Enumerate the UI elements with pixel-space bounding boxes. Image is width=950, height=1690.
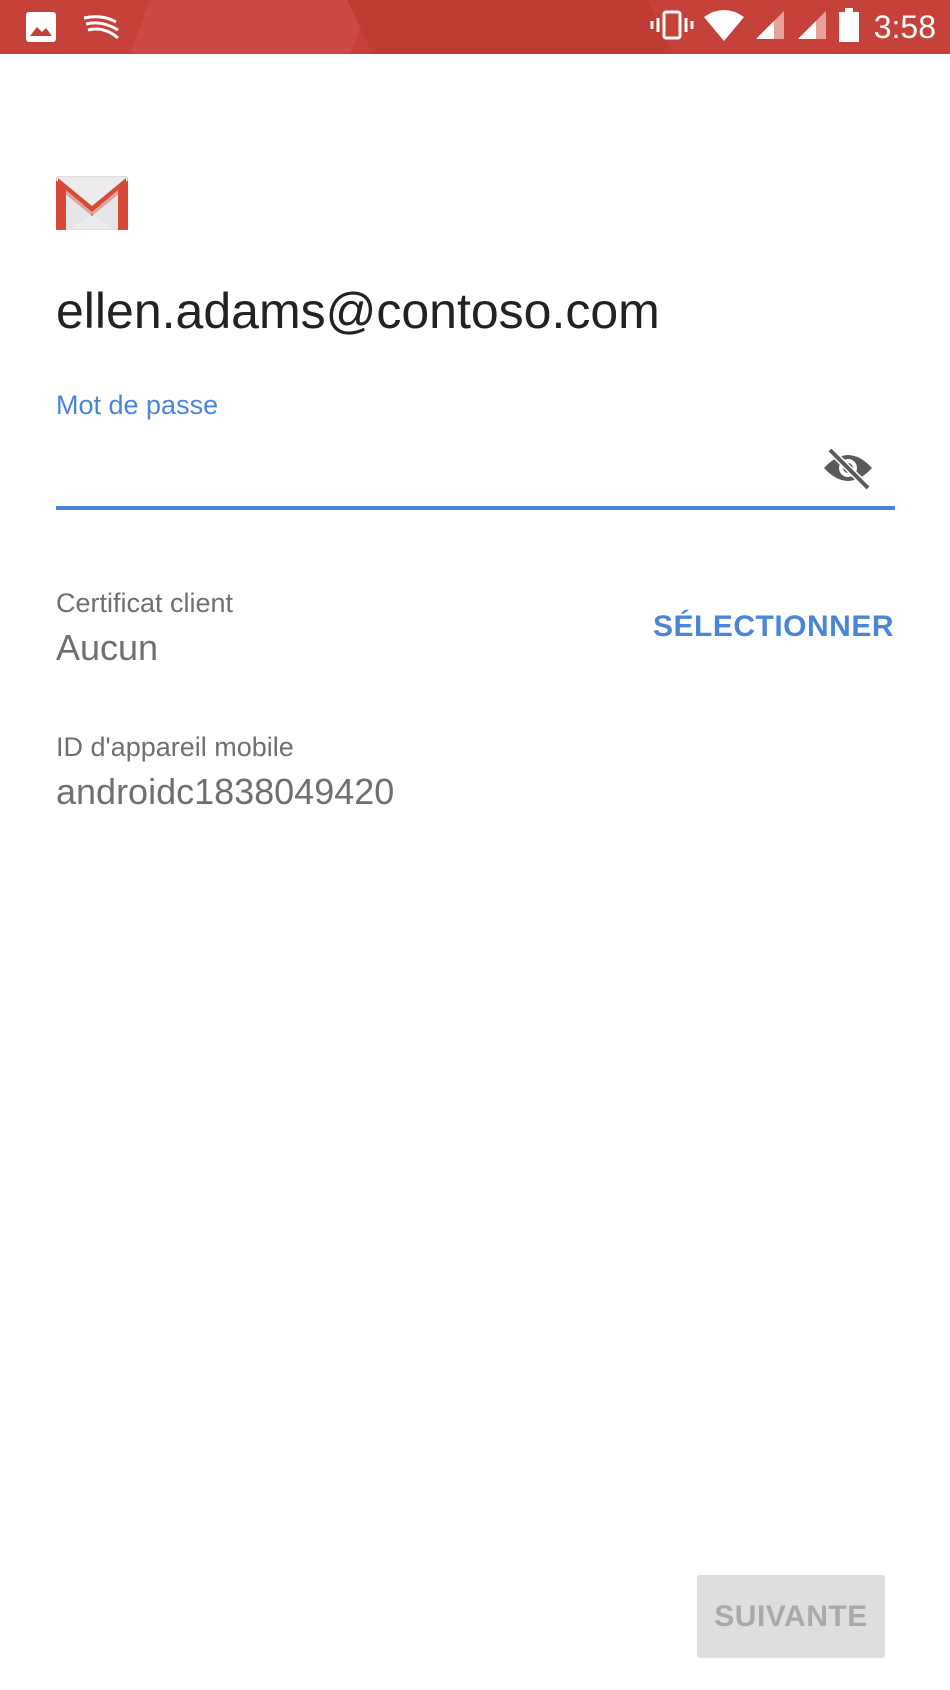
password-input[interactable] xyxy=(56,430,836,490)
client-certificate-value: Aucun xyxy=(56,627,159,668)
device-id-value: androidc1838049420 xyxy=(56,771,395,812)
password-underline xyxy=(56,506,895,510)
account-email: ellen.adams@contoso.com xyxy=(56,283,660,339)
vibrate-icon xyxy=(650,10,694,45)
visibility-off-icon xyxy=(822,446,874,495)
signal-icon xyxy=(796,9,828,46)
wifi-icon xyxy=(703,9,744,46)
select-certificate-button[interactable]: SÉLECTIONNER xyxy=(653,610,894,644)
visibility-toggle-button[interactable] xyxy=(818,444,878,496)
image-icon xyxy=(26,12,56,47)
gmail-logo xyxy=(55,175,129,231)
next-button[interactable]: SUIVANTE xyxy=(697,1575,885,1658)
status-bar: 3:58 xyxy=(0,0,950,54)
swiftkey-icon xyxy=(82,12,122,47)
client-certificate-label: Certificat client xyxy=(56,588,234,618)
status-time: 3:58 xyxy=(873,8,936,45)
device-id-label: ID d'appareil mobile xyxy=(56,732,294,762)
battery-icon xyxy=(838,7,860,47)
password-label: Mot de passe xyxy=(56,390,219,420)
signal-icon xyxy=(754,9,786,46)
